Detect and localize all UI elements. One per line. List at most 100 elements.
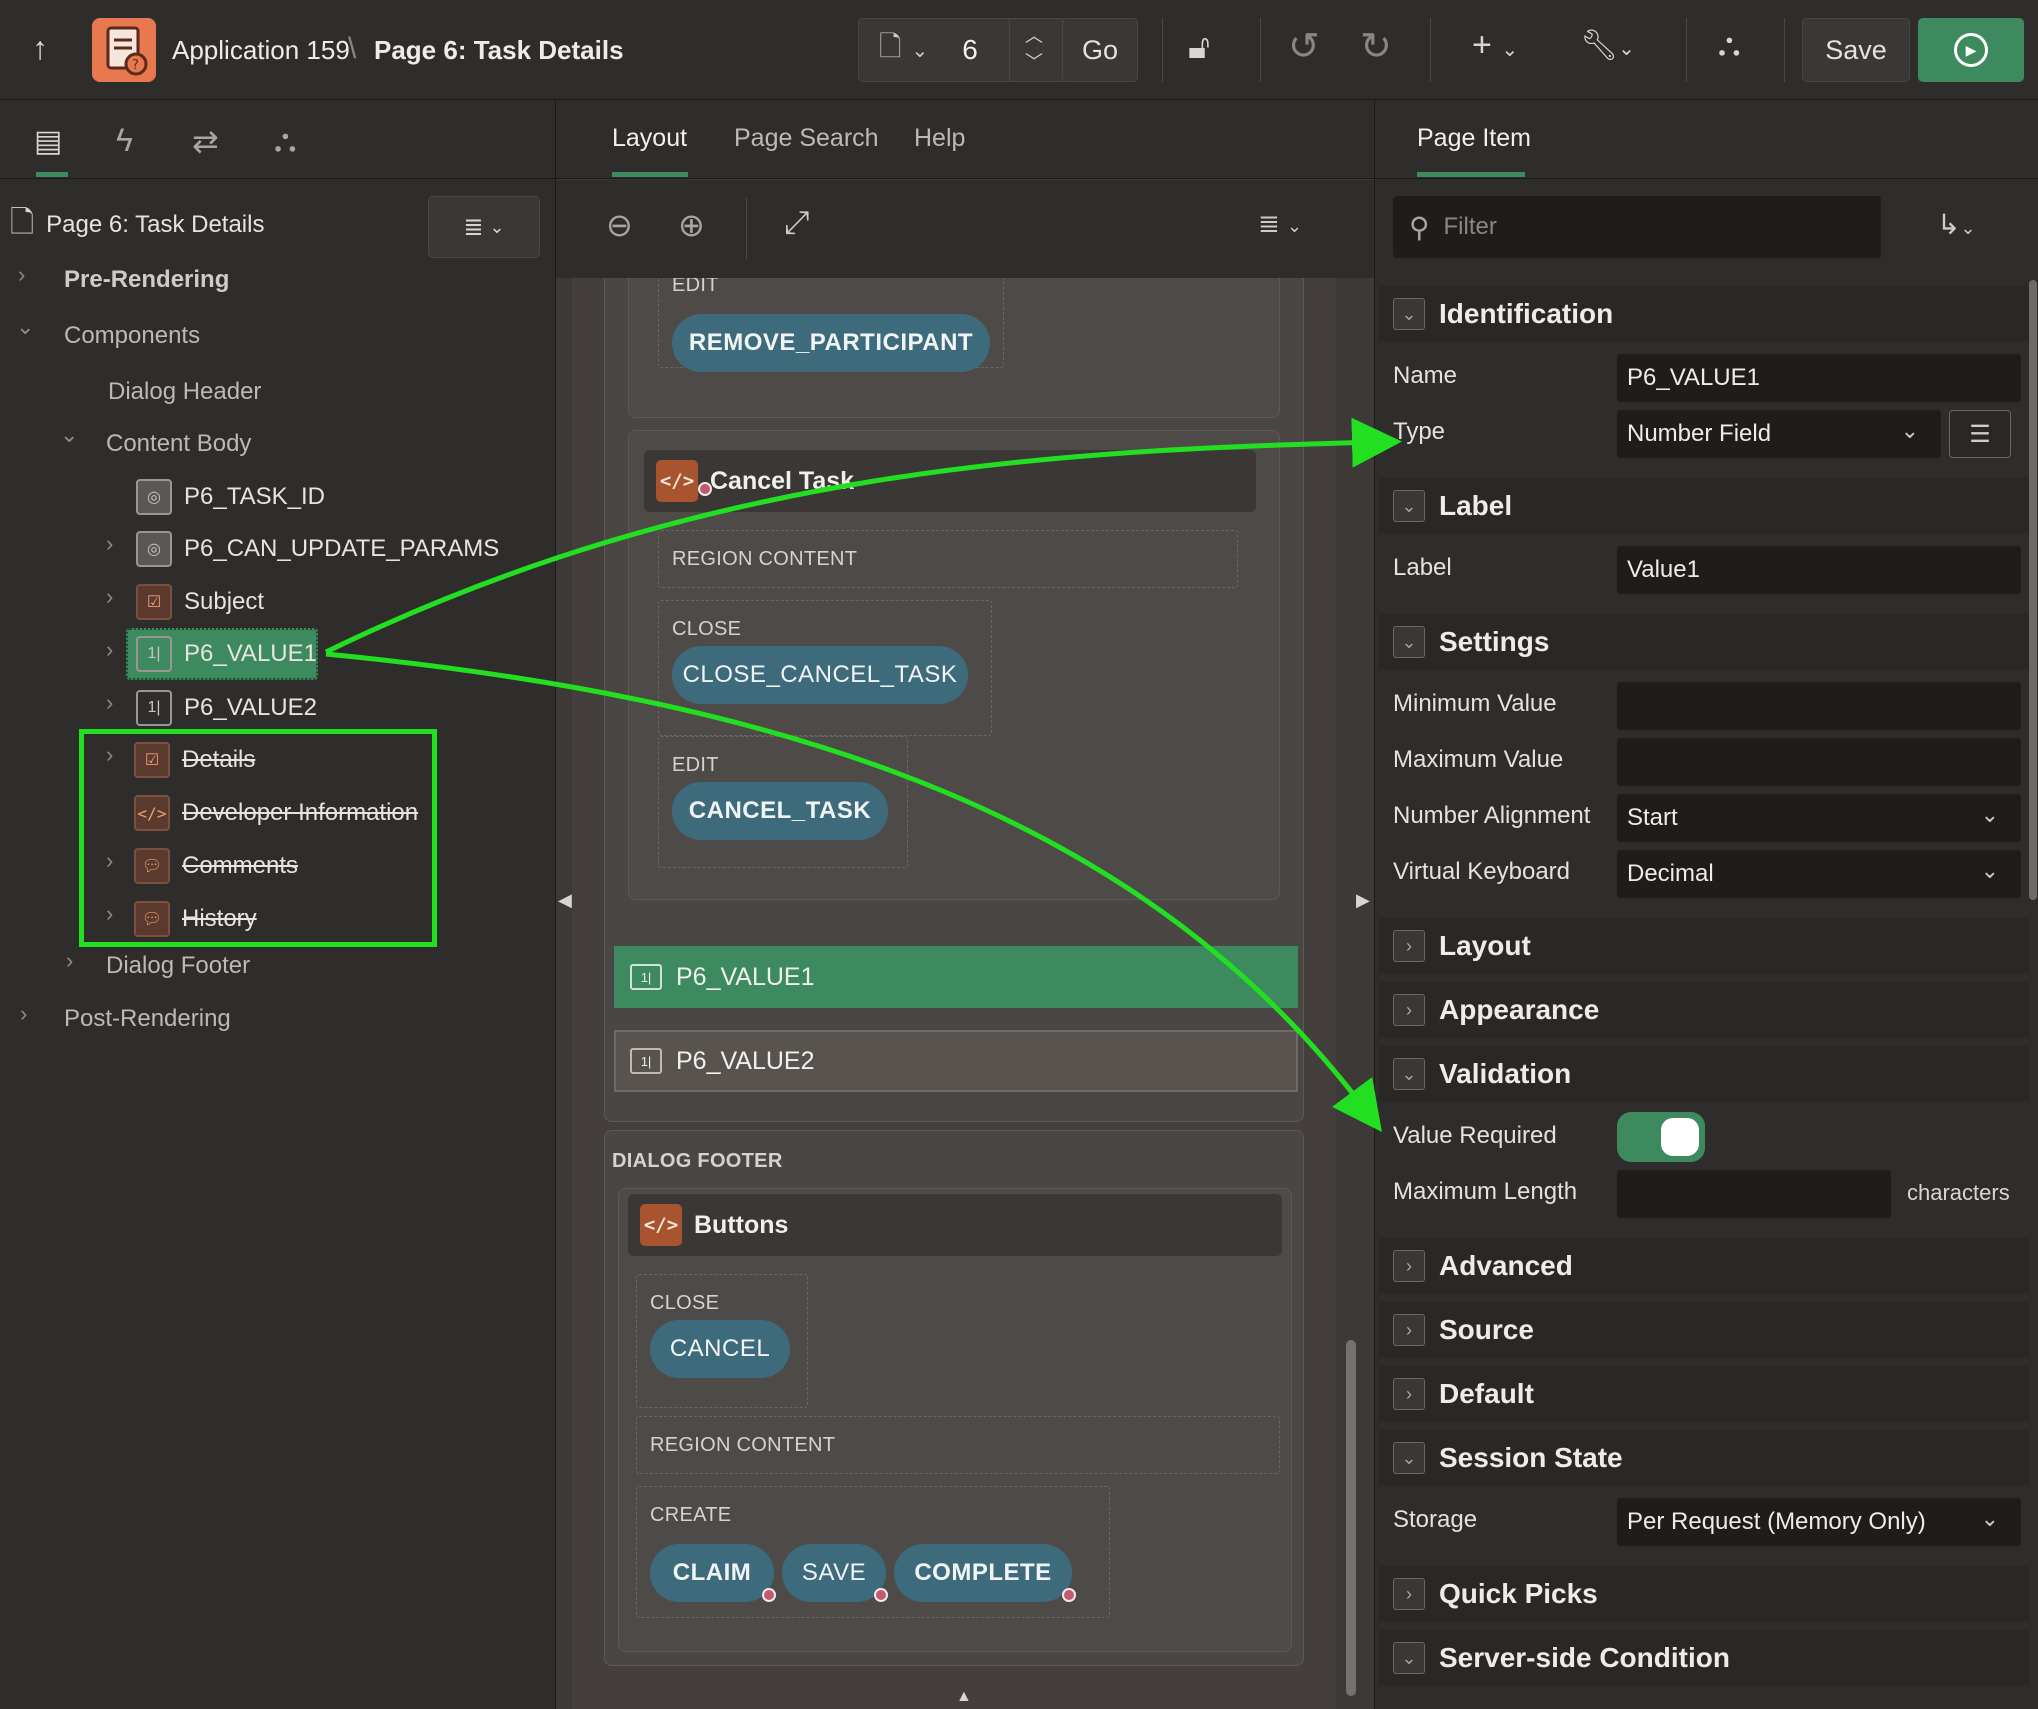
shapes-icon[interactable]: ⛬ [1718,26,1740,64]
chevron-right-icon: › [1393,1314,1425,1346]
chevron-right-icon[interactable]: › [106,531,113,557]
rendering-tab-icon[interactable]: ▤ [34,124,62,159]
prop-max-label: Maximum Value [1393,746,1564,773]
prop-max-field[interactable] [1617,738,2021,786]
plus-icon[interactable]: + ⌄ [1472,26,1518,65]
chevron-right-icon[interactable]: › [66,948,73,974]
prop-type-label: Type [1393,418,1446,445]
property-scrollbar[interactable] [2029,280,2037,900]
prop-name-field[interactable]: P6_VALUE1 [1617,354,2021,402]
page-stepper[interactable]: ︿ ﹀ [1025,23,1043,75]
remove-participant-button[interactable]: REMOVE_PARTICIPANT [672,314,990,372]
undo-icon[interactable]: ↺ [1288,24,1320,69]
claim-button[interactable]: CLAIM [650,1544,774,1602]
collapse-left-handle[interactable]: ◀ [558,890,572,911]
group-server-side-condition[interactable]: ⌄ Server-side Condition [1379,1630,2029,1686]
save-page-button[interactable]: SAVE [782,1544,886,1602]
cancel-task-button[interactable]: CANCEL_TASK [672,782,888,840]
group-quick-picks[interactable]: › Quick Picks [1379,1566,2029,1622]
collapse-bottom-handle[interactable]: ▲ [956,1688,972,1706]
tree-components[interactable]: Components [64,316,200,356]
tree-menu-button[interactable]: ≣ ⌄ [428,196,540,258]
tree-post-rendering[interactable]: Post-Rendering [64,999,231,1039]
run-button[interactable]: ▶ [1918,18,2024,82]
tree-dialog-footer[interactable]: Dialog Footer [106,946,250,986]
wrench-icon[interactable]: 🔧︎⌄ [1580,28,1635,63]
canvas-scrollbar[interactable] [1346,1340,1356,1696]
complete-button[interactable]: COMPLETE [894,1544,1072,1602]
chevron-right-icon[interactable]: › [106,690,113,716]
prop-label-field[interactable]: Value1 [1617,546,2021,594]
application-name[interactable]: Application 159 [172,35,350,66]
group-layout[interactable]: › Layout [1379,918,2029,974]
tree-content-body[interactable]: Content Body [106,424,251,464]
svg-text:?: ? [132,58,139,73]
tab-page-item[interactable]: Page Item [1417,124,1531,153]
buttons-region-header[interactable]: </> Buttons [628,1194,1282,1256]
layout-item-value1[interactable]: 1| P6_VALUE1 [614,946,1298,1008]
layout-toolbar: ⊖ ⊕ ⤢ ≣ ⌄ [556,180,1374,278]
processing-tab-icon[interactable]: ⇄ [192,122,219,160]
value-required-toggle[interactable] [1617,1112,1705,1162]
cancel-task-region-header[interactable]: </> Cancel Task [644,450,1256,512]
menu-icon[interactable]: ≣ ⌄ [1258,208,1302,239]
tree-pre-rendering[interactable]: Pre-Rendering [64,260,229,300]
group-identification[interactable]: ⌄ Identification [1379,286,2029,342]
group-default[interactable]: › Default [1379,1366,2029,1422]
page-selector[interactable]: 🗋 ⌄ 6 ︿ ﹀ [858,18,1066,82]
group-advanced[interactable]: › Advanced [1379,1238,2029,1294]
tab-help[interactable]: Help [914,124,965,153]
collapse-right-handle[interactable]: ▶ [1356,890,1370,911]
tree-item-value1[interactable]: 1| P6_VALUE1 [136,634,317,674]
group-label[interactable]: ⌄ Label [1379,478,2029,534]
group-appearance[interactable]: › Appearance [1379,982,2029,1038]
dynamic-actions-tab-icon[interactable]: ϟ [116,122,133,159]
prop-type-select[interactable]: Number Field ⌄ [1617,410,1941,458]
tree-region-subject[interactable]: ☑ Subject [136,582,264,622]
tab-page-search[interactable]: Page Search [734,124,879,153]
prop-storage-select[interactable]: Per Request (Memory Only) ⌄ [1617,1498,2021,1546]
group-validation[interactable]: ⌄ Validation [1379,1046,2029,1102]
chevron-right-icon[interactable]: › [106,637,113,663]
prop-maxlen-field[interactable] [1617,1170,1891,1218]
tab-layout[interactable]: Layout [612,124,687,153]
chevron-right-icon[interactable]: › [18,262,25,288]
group-settings[interactable]: ⌄ Settings [1379,614,2029,670]
prop-align-select[interactable]: Start ⌄ [1617,794,2021,842]
page-number-input[interactable]: 6 [962,34,978,66]
filter-input[interactable]: ⚲ Filter [1393,196,1881,258]
cancel-button[interactable]: CANCEL [650,1320,790,1378]
goto-group-icon[interactable]: ↳⌄ [1937,208,1976,241]
condition-indicator [874,1588,888,1602]
unlock-icon[interactable]: 🔓︎ [1188,28,1210,67]
chevron-right-icon[interactable]: › [106,584,113,610]
app-icon[interactable]: ? [92,18,156,82]
tree-item-task-id[interactable]: ◎ P6_TASK_ID [136,477,325,517]
tree-item-value2[interactable]: 1| P6_VALUE2 [136,688,317,728]
tree-dialog-header[interactable]: Dialog Header [108,372,261,412]
layout-item-value2[interactable]: 1| P6_VALUE2 [614,1030,1298,1092]
redo-icon[interactable]: ↻ [1360,24,1392,69]
group-source[interactable]: › Source [1379,1302,2029,1358]
zoom-in-icon[interactable]: ⊕ [678,206,705,244]
group-session-state[interactable]: ⌄ Session State [1379,1430,2029,1486]
shared-components-tab-icon[interactable]: ⛬ [274,122,296,160]
go-button[interactable]: Go [1062,18,1138,82]
chevron-down-icon: ⌄ [1393,1642,1425,1674]
tree-item-can-update[interactable]: ◎ P6_CAN_UPDATE_PARAMS [136,529,499,569]
chevron-down-icon[interactable]: ⌄ [60,422,78,448]
chevron-down-icon[interactable]: ⌄ [16,314,34,340]
up-arrow-icon[interactable]: ↑ [32,30,48,67]
prop-vk-select[interactable]: Decimal ⌄ [1617,850,2021,898]
zoom-out-icon[interactable]: ⊖ [606,206,633,244]
chevron-right-icon[interactable]: › [20,1001,27,1027]
hidden-item-icon: ◎ [136,479,172,515]
save-button[interactable]: Save [1802,18,1910,82]
slot-label-close-footer: CLOSE [650,1292,720,1314]
prop-align-label: Number Alignment [1393,802,1591,829]
close-cancel-task-button[interactable]: CLOSE_CANCEL_TASK [672,646,968,704]
expand-icon[interactable]: ⤢ [784,204,810,242]
type-list-button[interactable]: ☰ [1949,410,2011,458]
prop-min-field[interactable] [1617,682,2021,730]
tree-page-node[interactable]: 🗋 Page 6: Task Details [10,205,264,245]
